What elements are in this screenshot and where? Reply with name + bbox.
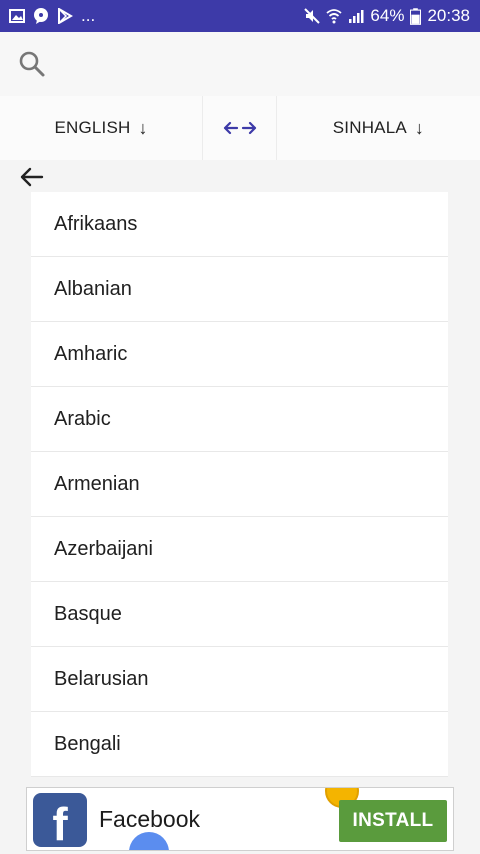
status-left: ... [0, 6, 95, 26]
facebook-logo-icon: f [33, 793, 87, 847]
ad-banner[interactable]: f Facebook INSTALL [26, 787, 454, 851]
status-bar: ... 64% 20:38 [0, 0, 480, 32]
ad-title: Facebook [99, 806, 201, 832]
decorative-circle-icon [129, 832, 169, 850]
image-icon [9, 9, 25, 23]
swap-arrows-icon [223, 121, 256, 135]
list-item[interactable]: Basque [31, 582, 448, 647]
clock: 20:38 [427, 6, 470, 25]
back-arrow-icon[interactable] [18, 165, 46, 189]
wifi-icon [326, 9, 343, 24]
language-selector: ENGLISH ↓ SINHALA ↓ [0, 96, 480, 160]
search-bar[interactable] [0, 32, 480, 96]
install-button[interactable]: INSTALL [339, 800, 447, 842]
list-item[interactable]: Arabic [31, 387, 448, 452]
status-right: 64% 20:38 [304, 6, 480, 26]
language-list: Afrikaans Albanian Amharic Arabic Armeni… [31, 192, 448, 777]
mute-icon [304, 8, 321, 24]
source-language-button[interactable]: ENGLISH ↓ [0, 96, 204, 160]
battery-icon [410, 7, 422, 25]
target-language-button[interactable]: SINHALA ↓ [276, 96, 480, 160]
list-item[interactable]: Bengali [31, 712, 448, 777]
search-icon[interactable] [18, 50, 46, 78]
list-item[interactable]: Azerbaijani [31, 517, 448, 582]
target-language-label: SINHALA [332, 118, 407, 137]
list-item[interactable]: Belarusian [31, 647, 448, 712]
list-item[interactable]: Afrikaans [31, 192, 448, 257]
signal-icon [349, 10, 364, 23]
swap-languages-button[interactable] [203, 96, 277, 160]
chat-icon [34, 8, 48, 24]
chevron-down-icon: ↓ [138, 117, 148, 138]
chevron-down-icon: ↓ [414, 117, 425, 138]
notification-overflow: ... [81, 6, 96, 25]
source-language-label: ENGLISH [54, 118, 131, 137]
list-item[interactable]: Albanian [31, 257, 448, 322]
play-store-icon [58, 8, 73, 24]
list-item[interactable]: Armenian [31, 452, 448, 517]
list-item[interactable]: Amharic [31, 322, 448, 387]
battery-percent: 64% [370, 6, 405, 25]
